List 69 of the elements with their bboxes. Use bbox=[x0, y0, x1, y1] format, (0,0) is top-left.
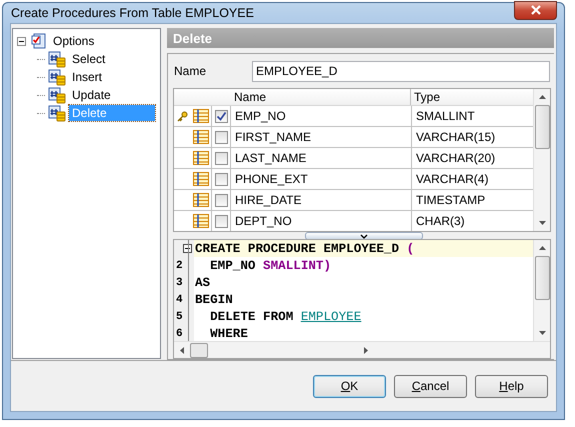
scrollbar[interactable] bbox=[174, 341, 550, 358]
checkbox[interactable] bbox=[214, 172, 228, 186]
close-button[interactable] bbox=[514, 0, 557, 20]
collapse-icon[interactable] bbox=[17, 36, 28, 46]
line-number: 5 bbox=[174, 308, 194, 325]
dialog-button[interactable]: OK bbox=[313, 374, 386, 398]
fold-icon[interactable] bbox=[183, 244, 192, 253]
line-number: 6 bbox=[174, 325, 194, 341]
field-icon bbox=[193, 130, 209, 144]
scroll-thumb[interactable] bbox=[190, 342, 208, 358]
table-cell: HIRE_DATE bbox=[231, 190, 412, 210]
checkbox[interactable] bbox=[214, 130, 228, 144]
scroll-thumb[interactable] bbox=[534, 256, 550, 300]
table-cell: EMP_NO bbox=[231, 106, 412, 126]
dialog-button[interactable]: Help bbox=[475, 374, 548, 398]
table-cell-text: TIMESTAMP bbox=[415, 192, 486, 209]
table-cell-text: VARCHAR(20) bbox=[415, 150, 496, 167]
scroll-up-icon[interactable] bbox=[538, 95, 546, 99]
scrollbar[interactable] bbox=[533, 89, 550, 231]
procedure-icon bbox=[48, 104, 66, 122]
line-number: 4 bbox=[174, 291, 194, 308]
name-label: Name bbox=[173, 64, 208, 78]
scroll-down-icon[interactable] bbox=[538, 331, 546, 335]
checkbox[interactable] bbox=[214, 214, 228, 228]
code-line: DELETE FROM EMPLOYEE bbox=[209, 308, 362, 325]
line-number: 2 bbox=[174, 257, 194, 274]
field-icon bbox=[193, 151, 209, 165]
key-icon bbox=[176, 110, 188, 122]
checkbox[interactable] bbox=[214, 110, 228, 122]
scrollbar[interactable] bbox=[533, 240, 550, 341]
table-cell-text: SMALLINT bbox=[415, 108, 476, 125]
scroll-left-icon[interactable] bbox=[180, 346, 184, 354]
column-header[interactable]: Type bbox=[411, 89, 533, 105]
procedure-icon bbox=[48, 68, 66, 86]
close-icon bbox=[530, 5, 542, 15]
table-cell-text: VARCHAR(15) bbox=[415, 129, 496, 146]
scroll-thumb[interactable] bbox=[534, 105, 550, 149]
line-number: 3 bbox=[174, 274, 194, 291]
table-cell: LAST_NAME bbox=[231, 148, 412, 168]
code-line: WHERE bbox=[209, 326, 249, 341]
field-icon bbox=[193, 109, 209, 123]
code-line: AS bbox=[194, 274, 212, 291]
code-editor[interactable]: CREATE PROCEDURE EMPLOYEE_D ( 2 EMP_NO SMALLINT) 3 AS 4 BEGIN 5 DELETE FROM EMPLOYEE 6 WHERE bbox=[173, 239, 551, 359]
code-line: BEGIN bbox=[194, 292, 234, 308]
checkbox[interactable] bbox=[214, 152, 228, 164]
table-cell: PHONE_EXT bbox=[231, 169, 412, 189]
table-cell-text: VARCHAR(4) bbox=[415, 171, 490, 188]
table-cell: DEPT_NO bbox=[231, 211, 412, 231]
table-cell-text: CHAR(3) bbox=[415, 213, 466, 230]
checklist-icon bbox=[31, 33, 47, 49]
scroll-down-icon[interactable] bbox=[538, 221, 546, 225]
checkbox[interactable] bbox=[214, 194, 228, 206]
window-title: Create Procedures From Table EMPLOYEE bbox=[10, 6, 254, 20]
procedure-icon bbox=[48, 86, 66, 104]
column-header[interactable]: Name bbox=[230, 89, 411, 105]
tree-item[interactable]: Options bbox=[50, 33, 98, 49]
table-cell: FIRST_NAME bbox=[231, 127, 412, 147]
procedure-icon bbox=[48, 50, 66, 68]
tree-item[interactable]: Update bbox=[69, 87, 114, 103]
field-icon bbox=[193, 193, 209, 207]
field-icon bbox=[193, 172, 209, 186]
scroll-up-icon[interactable] bbox=[538, 246, 546, 250]
code-line: EMP_NO SMALLINT) bbox=[209, 258, 332, 274]
tree-item[interactable]: Select bbox=[69, 51, 108, 67]
tree-item[interactable]: Insert bbox=[69, 69, 106, 85]
dialog-button[interactable]: Cancel bbox=[394, 374, 467, 398]
name-field[interactable]: EMPLOYEE_D bbox=[252, 60, 550, 82]
panel-header: Delete bbox=[167, 28, 554, 48]
field-icon bbox=[193, 214, 209, 228]
